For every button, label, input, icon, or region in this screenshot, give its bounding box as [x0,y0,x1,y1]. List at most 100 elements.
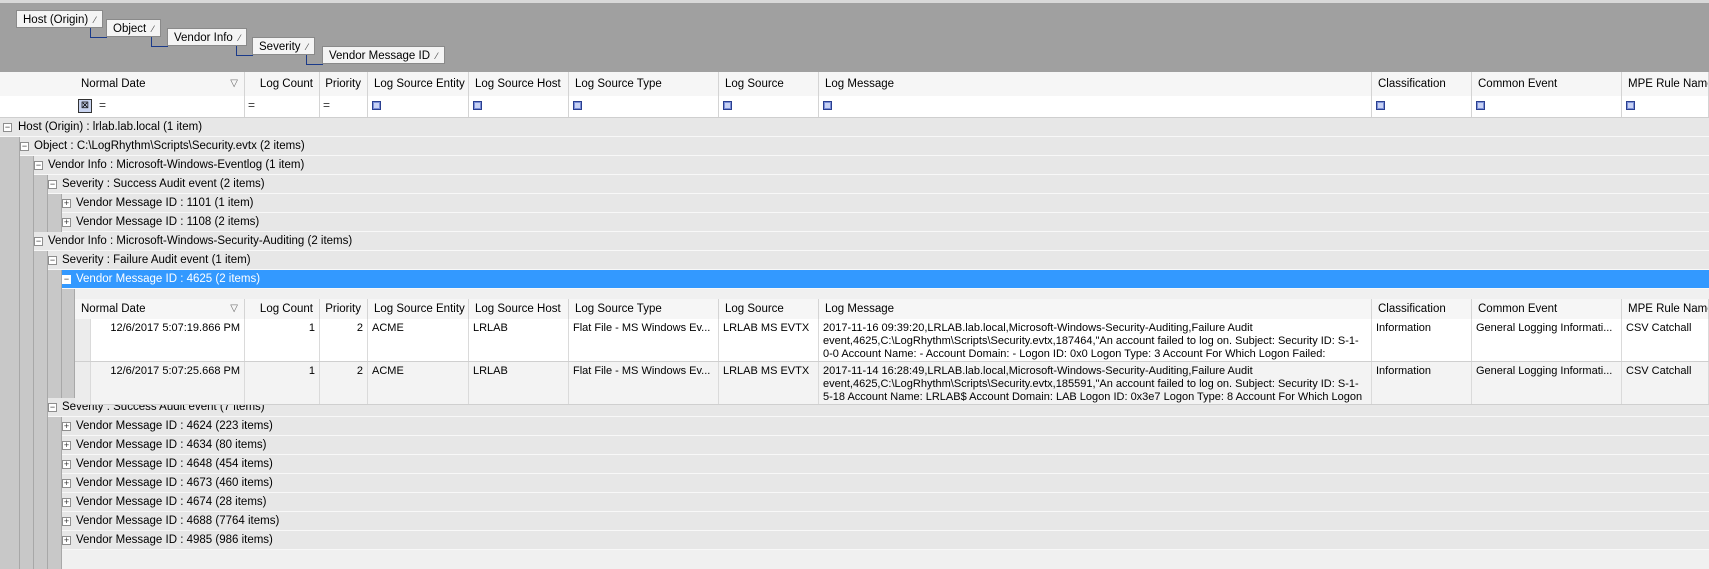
row-selector[interactable] [75,362,91,404]
column-header-log-source[interactable]: Log Source [719,72,819,96]
tree-group-row[interactable]: − Severity : Failure Audit event (1 item… [48,251,1709,270]
column-header-priority[interactable]: Priority [320,72,368,96]
column-header-log-source-type[interactable]: Log Source Type [569,72,719,96]
filter-operator[interactable]: = [248,98,255,112]
tree-group-row[interactable]: + Vendor Message ID : 4648 (454 items) [62,455,1709,474]
tree-group-row[interactable]: − Vendor Info : Microsoft-Windows-Eventl… [34,156,1709,175]
column-header-log-source-entity[interactable]: Log Source Entity [368,299,469,319]
tree-group-row[interactable]: − Severity : Success Audit event (2 item… [48,175,1709,194]
expand-icon[interactable]: + [62,536,71,545]
tree-group-label: Vendor Message ID : 4648 (454 items) [76,458,273,470]
filter-list-icon[interactable] [473,101,482,110]
filter-cell-log-source-type[interactable] [569,96,719,117]
group-by-severity[interactable]: Severity ⁄ [252,37,316,55]
filter-list-icon[interactable] [1626,101,1635,110]
cell-log-source-host: LRLAB [469,319,569,361]
collapse-icon[interactable]: − [34,237,43,246]
tree-group-label: Severity : Failure Audit event (1 item) [62,254,251,266]
tree-group-row-selected[interactable]: − Vendor Message ID : 4625 (2 items) [62,270,1709,289]
filter-cell-normal-date[interactable]: ⊠ = [75,96,245,117]
column-header-classification[interactable]: Classification [1372,299,1472,319]
group-by-vendor-info[interactable]: Vendor Info ⁄ [167,28,248,46]
tree-group-row[interactable]: + Vendor Message ID : 1108 (2 items) [62,213,1709,232]
filter-cell-common-event[interactable] [1472,96,1622,117]
filter-cell-log-count[interactable]: = [245,96,320,117]
expand-icon[interactable]: + [62,517,71,526]
collapse-icon[interactable]: − [3,123,12,132]
sort-icon: ⁄ [436,51,438,61]
column-header-log-count[interactable]: Log Count [245,299,320,319]
tree-group-row[interactable]: + Vendor Message ID : 1101 (1 item) [62,194,1709,213]
column-header-common-event[interactable]: Common Event [1472,72,1622,96]
collapse-icon[interactable]: − [20,142,29,151]
indent-bar [0,137,20,569]
column-header-log-source-host[interactable]: Log Source Host [469,299,569,319]
column-header-normal-date[interactable]: Normal Date ▽ [75,299,245,319]
filter-cell-log-source[interactable] [719,96,819,117]
filter-list-icon[interactable] [1476,101,1485,110]
cell-classification: Information [1372,319,1472,361]
filter-funnel-icon[interactable]: ▽ [230,72,238,96]
column-label: Normal Date [81,303,146,315]
expand-icon[interactable]: + [62,498,71,507]
filter-list-icon[interactable] [573,101,582,110]
expand-icon[interactable]: + [62,479,71,488]
clear-filter-icon[interactable]: ⊠ [78,99,92,113]
column-header-normal-date[interactable]: Normal Date ▽ [75,72,245,96]
filter-cell-classification[interactable] [1372,96,1472,117]
filter-funnel-icon[interactable]: ▽ [230,299,238,319]
group-by-panel: Host (Origin) ⁄ Object ⁄ Vendor Info ⁄ Seve… [0,0,1709,72]
column-header-mpe-rule-name[interactable]: MPE Rule Name [1622,72,1709,96]
column-header-common-event[interactable]: Common Event [1472,299,1622,319]
filter-operator[interactable]: = [323,98,330,112]
tree-group-row[interactable]: + Vendor Message ID : 4985 (986 items) [62,531,1709,550]
collapse-icon[interactable]: − [34,161,43,170]
group-by-host-origin[interactable]: Host (Origin) ⁄ [16,10,103,28]
tree-group-row[interactable]: + Vendor Message ID : 4674 (28 items) [62,493,1709,512]
row-selector[interactable] [75,319,91,361]
collapse-icon[interactable]: − [48,180,57,189]
tree-group-row[interactable]: + Vendor Message ID : 4624 (223 items) [62,417,1709,436]
collapse-icon[interactable]: − [62,275,71,284]
column-header-log-message[interactable]: Log Message [819,72,1372,96]
column-header-mpe-rule-name[interactable]: MPE Rule Name [1622,299,1709,319]
tree-group-row[interactable]: − Vendor Info : Microsoft-Windows-Securi… [34,232,1709,251]
cell-log-count: 1 [245,362,320,404]
filter-cell-mpe-rule-name[interactable] [1622,96,1709,117]
collapse-icon[interactable]: − [48,403,57,412]
filter-cell-priority[interactable]: = [320,96,368,117]
filter-list-icon[interactable] [823,101,832,110]
expand-icon[interactable]: + [62,460,71,469]
filter-operator[interactable]: = [99,98,106,112]
log-row[interactable]: 12/6/2017 5:07:19.866 PM 1 2 ACME LRLAB … [75,319,1709,362]
filter-cell-log-message[interactable] [819,96,1372,117]
group-by-label: Severity [259,41,301,53]
filter-list-icon[interactable] [1376,101,1385,110]
filter-list-icon[interactable] [723,101,732,110]
column-header-log-source-type[interactable]: Log Source Type [569,299,719,319]
group-connector [90,28,107,38]
log-row[interactable]: 12/6/2017 5:07:25.668 PM 1 2 ACME LRLAB … [75,362,1709,405]
filter-cell-log-source-entity[interactable] [368,96,469,117]
group-by-vendor-message-id[interactable]: Vendor Message ID ⁄ [322,46,445,64]
expand-icon[interactable]: + [62,441,71,450]
column-header-log-source-host[interactable]: Log Source Host [469,72,569,96]
column-header-log-message[interactable]: Log Message [819,299,1372,319]
tree-group-row[interactable]: + Vendor Message ID : 4688 (7764 items) [62,512,1709,531]
filter-cell-log-source-host[interactable] [469,96,569,117]
filter-list-icon[interactable] [372,101,381,110]
expand-icon[interactable]: + [62,218,71,227]
column-header-log-source[interactable]: Log Source [719,299,819,319]
group-by-object[interactable]: Object ⁄ [106,19,161,37]
expand-icon[interactable]: + [62,199,71,208]
column-header-classification[interactable]: Classification [1372,72,1472,96]
expand-icon[interactable]: + [62,422,71,431]
column-header-priority[interactable]: Priority [320,299,368,319]
column-header-log-source-entity[interactable]: Log Source Entity [368,72,469,96]
column-header-log-count[interactable]: Log Count [245,72,320,96]
tree-group-row[interactable]: − Object : C:\LogRhythm\Scripts\Security… [20,137,1709,156]
tree-group-row[interactable]: − Host (Origin) : lrlab.lab.local (1 ite… [0,118,1709,137]
collapse-icon[interactable]: − [48,256,57,265]
tree-group-row[interactable]: + Vendor Message ID : 4673 (460 items) [62,474,1709,493]
tree-group-row[interactable]: + Vendor Message ID : 4634 (80 items) [62,436,1709,455]
